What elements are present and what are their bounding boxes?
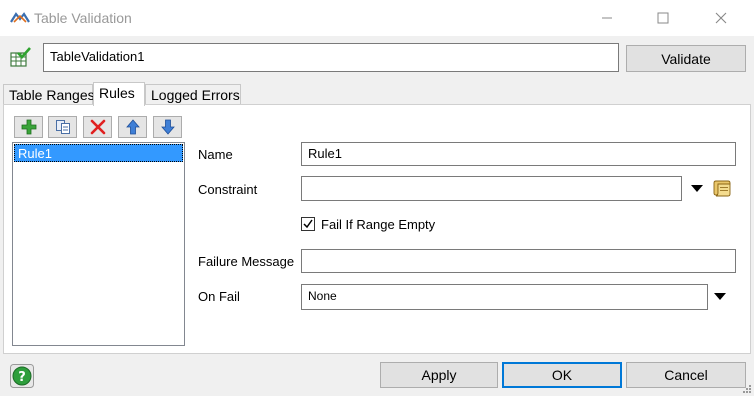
fail-if-empty-checkbox[interactable] <box>301 217 315 231</box>
tab-logged-errors[interactable]: Logged Errors <box>145 84 241 105</box>
close-button[interactable] <box>698 0 744 36</box>
delete-icon <box>90 119 105 135</box>
object-name-input[interactable]: TableValidation1 <box>43 43 619 72</box>
delete-rule-button[interactable] <box>83 116 112 138</box>
help-icon[interactable]: ? <box>10 364 34 388</box>
script-editor-icon[interactable] <box>712 179 732 197</box>
apply-button[interactable]: Apply <box>380 362 498 388</box>
on-fail-dropdown-icon[interactable] <box>714 293 726 300</box>
checkmark-icon <box>303 219 313 229</box>
add-rule-button[interactable] <box>14 116 43 138</box>
maximize-icon <box>657 12 669 24</box>
minimize-icon <box>602 17 612 19</box>
tab-table-ranges[interactable]: Table Ranges <box>3 84 95 105</box>
failure-message-input[interactable] <box>301 249 736 273</box>
constraint-label: Constraint <box>198 182 258 197</box>
move-up-icon <box>125 119 140 135</box>
add-icon <box>21 119 36 135</box>
on-fail-select[interactable]: None <box>301 284 708 310</box>
svg-text:?: ? <box>18 370 26 385</box>
validate-button[interactable]: Validate <box>626 45 746 72</box>
move-down-button[interactable] <box>153 116 182 138</box>
close-icon <box>715 12 727 24</box>
title-bar: Table Validation <box>0 0 754 36</box>
rule-list[interactable]: Rule1 <box>12 142 185 346</box>
list-item[interactable]: Rule1 <box>14 144 183 162</box>
ok-button[interactable]: OK <box>502 362 622 388</box>
rule-name-input[interactable]: Rule1 <box>301 142 736 166</box>
maximize-button[interactable] <box>640 0 686 36</box>
resize-grip-icon[interactable] <box>742 384 752 394</box>
duplicate-icon <box>55 120 70 134</box>
cancel-button[interactable]: Cancel <box>626 362 746 388</box>
failure-message-label: Failure Message <box>198 254 295 269</box>
window-title: Table Validation <box>34 10 132 26</box>
move-up-button[interactable] <box>118 116 147 138</box>
move-down-icon <box>160 119 175 135</box>
constraint-dropdown-icon[interactable] <box>691 185 703 192</box>
fail-if-empty-label: Fail If Range Empty <box>321 217 436 232</box>
name-label: Name <box>198 147 233 162</box>
tab-rules[interactable]: Rules <box>93 82 145 106</box>
duplicate-rule-button[interactable] <box>48 116 77 138</box>
minimize-button[interactable] <box>584 0 630 36</box>
on-fail-label: On Fail <box>198 289 240 304</box>
app-logo-icon <box>10 12 30 23</box>
constraint-input[interactable] <box>301 176 682 201</box>
table-validation-icon <box>10 47 31 67</box>
